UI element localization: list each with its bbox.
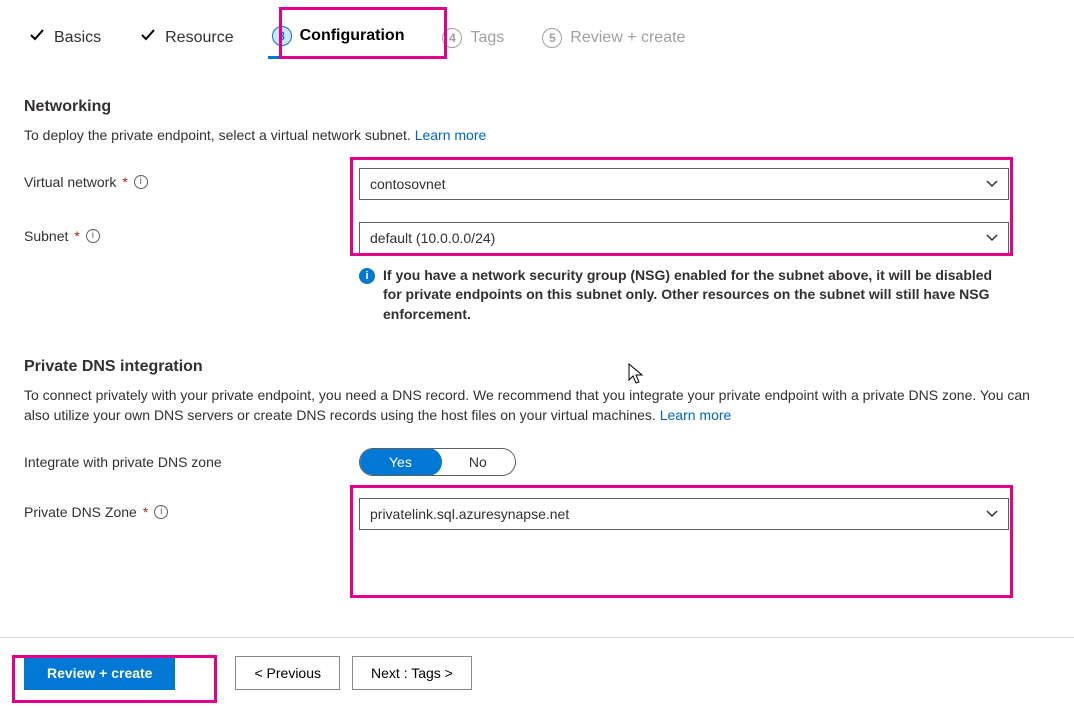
integrate-dns-row: Integrate with private DNS zone Yes No bbox=[24, 448, 1050, 476]
previous-button[interactable]: < Previous bbox=[235, 656, 340, 690]
required-asterisk: * bbox=[143, 504, 148, 520]
private-dns-zone-label: Private DNS Zone * i bbox=[24, 498, 359, 520]
tab-label: Basics bbox=[54, 29, 101, 47]
info-icon[interactable]: i bbox=[134, 175, 148, 189]
toggle-yes[interactable]: Yes bbox=[359, 448, 442, 476]
check-icon bbox=[28, 26, 46, 49]
chevron-down-icon bbox=[986, 180, 998, 188]
next-button[interactable]: Next : Tags > bbox=[352, 656, 472, 690]
select-value: privatelink.sql.azuresynapse.net bbox=[370, 506, 569, 522]
select-value: contosovnet bbox=[370, 176, 446, 192]
toggle-no[interactable]: No bbox=[441, 449, 515, 475]
virtual-network-select[interactable]: contosovnet bbox=[359, 168, 1009, 200]
networking-learn-more-link[interactable]: Learn more bbox=[415, 127, 487, 143]
networking-heading: Networking bbox=[24, 98, 1050, 116]
networking-description: To deploy the private endpoint, select a… bbox=[24, 126, 1034, 146]
required-asterisk: * bbox=[74, 228, 79, 244]
tab-review-create[interactable]: 5 Review + create bbox=[538, 20, 689, 58]
check-icon bbox=[139, 26, 157, 49]
private-dns-zone-row: Private DNS Zone * i privatelink.sql.azu… bbox=[24, 498, 1050, 530]
select-value: default (10.0.0.0/24) bbox=[370, 230, 495, 246]
info-icon[interactable]: i bbox=[154, 505, 168, 519]
dns-description: To connect privately with your private e… bbox=[24, 386, 1034, 425]
wizard-footer: Review + create < Previous Next : Tags > bbox=[0, 637, 1074, 708]
step-number: 4 bbox=[442, 28, 462, 48]
tab-configuration[interactable]: 3 Configuration bbox=[268, 18, 409, 59]
tab-resource[interactable]: Resource bbox=[135, 18, 237, 59]
step-number: 3 bbox=[272, 26, 292, 46]
info-icon[interactable]: i bbox=[86, 229, 100, 243]
wizard-tabs: Basics Resource 3 Configuration 4 Tags 5… bbox=[0, 0, 1074, 60]
tab-label: Configuration bbox=[300, 27, 405, 45]
tab-label: Resource bbox=[165, 29, 233, 47]
chevron-down-icon bbox=[986, 234, 998, 242]
chevron-down-icon bbox=[986, 510, 998, 518]
integrate-dns-toggle[interactable]: Yes No bbox=[359, 448, 516, 476]
private-dns-zone-select[interactable]: privatelink.sql.azuresynapse.net bbox=[359, 498, 1009, 530]
tab-tags[interactable]: 4 Tags bbox=[438, 20, 508, 58]
tab-label: Tags bbox=[470, 29, 504, 47]
subnet-nsg-hint: i If you have a network security group (… bbox=[359, 266, 1009, 325]
subnet-label: Subnet * i bbox=[24, 222, 359, 244]
dns-heading: Private DNS integration bbox=[24, 358, 1050, 376]
virtual-network-row: Virtual network * i contosovnet bbox=[24, 168, 1050, 200]
integrate-dns-label: Integrate with private DNS zone bbox=[24, 448, 359, 470]
tab-basics[interactable]: Basics bbox=[24, 18, 105, 59]
subnet-row: Subnet * i default (10.0.0.0/24) i If yo… bbox=[24, 222, 1050, 325]
info-icon: i bbox=[359, 268, 375, 284]
step-number: 5 bbox=[542, 28, 562, 48]
tab-label: Review + create bbox=[570, 29, 685, 47]
review-create-button[interactable]: Review + create bbox=[24, 656, 175, 690]
virtual-network-label: Virtual network * i bbox=[24, 168, 359, 190]
dns-learn-more-link[interactable]: Learn more bbox=[660, 407, 732, 423]
required-asterisk: * bbox=[122, 174, 127, 190]
subnet-select[interactable]: default (10.0.0.0/24) bbox=[359, 222, 1009, 254]
content-area: Networking To deploy the private endpoin… bbox=[0, 60, 1074, 530]
